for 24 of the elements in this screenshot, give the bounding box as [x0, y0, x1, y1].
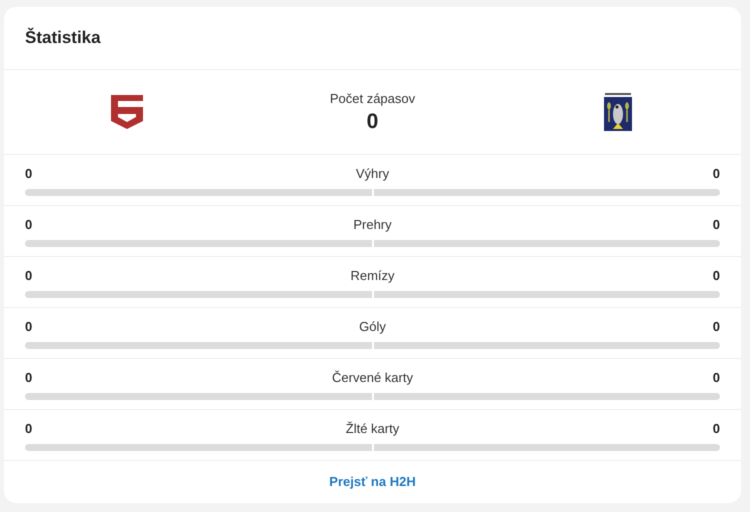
fish-crest-icon: [603, 92, 634, 132]
away-value: 0: [712, 165, 720, 184]
home-value: 0: [25, 318, 32, 336]
home-value: 0: [25, 165, 32, 184]
matches-count: 0: [366, 108, 378, 135]
home-value: 0: [25, 267, 32, 286]
stat-label: Remízy: [350, 267, 395, 286]
away-value: 0: [712, 267, 720, 286]
matches-label: Počet zápasov: [330, 90, 416, 108]
stat-label: Výhry: [356, 165, 390, 184]
away-value: 0: [712, 216, 720, 234]
stat-label: Žlté karty: [346, 420, 400, 438]
home-value: 0: [25, 420, 32, 438]
shield-logo-icon: [110, 94, 144, 130]
away-value: 0: [712, 420, 720, 438]
home-value: 0: [25, 216, 32, 234]
away-value: 0: [712, 369, 720, 388]
stat-label: Červené karty: [332, 369, 413, 388]
card-title: Štatistika: [25, 26, 101, 50]
away-value: 0: [712, 318, 720, 336]
home-value: 0: [25, 369, 32, 388]
h2h-link[interactable]: Prejsť na H2H: [329, 472, 416, 492]
stat-label: Góly: [359, 318, 386, 336]
stat-label: Prehry: [353, 216, 392, 234]
